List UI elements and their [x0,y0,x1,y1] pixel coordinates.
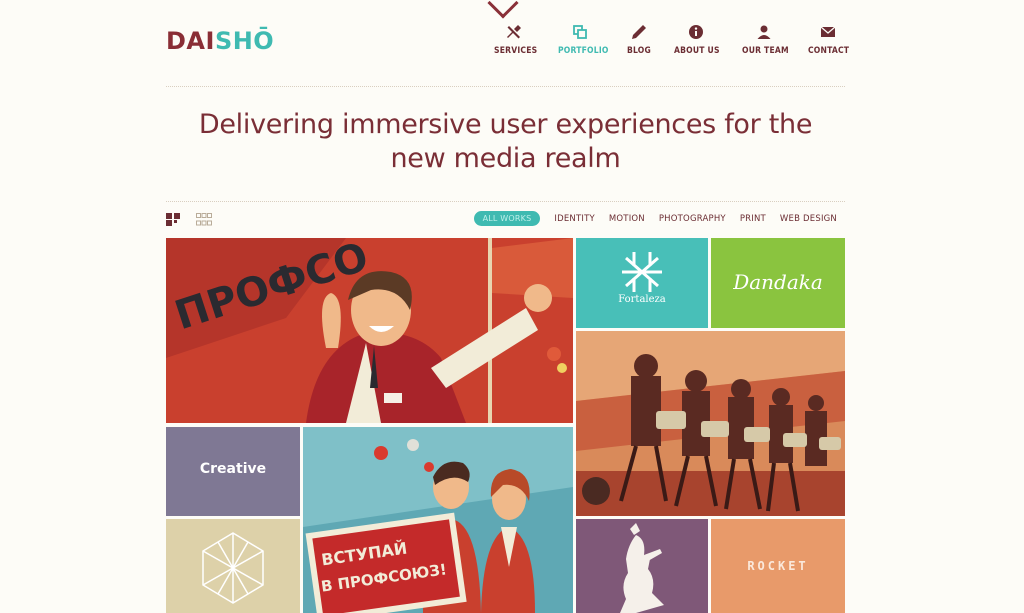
nav-blog[interactable]: BLOG [626,24,652,56]
nav-portfolio-label: PORTFOLIO [558,46,609,56]
portfolio-tile-union-poster[interactable]: ВСТУПАЙ В ПРОФСОЮЗ! [303,427,573,613]
portfolio-tile-dandaka[interactable]: Dandaka [711,238,845,328]
portfolio-tile-statue[interactable] [576,519,708,613]
nav-contact-label: CONTACT [808,46,850,56]
portfolio-tile-creative[interactable]: Creative [166,427,300,516]
nav-blog-label: BLOG [627,46,651,56]
hexagon-pattern-icon [202,532,264,604]
filter-motion[interactable]: MOTION [609,214,645,224]
envelope-icon [820,26,836,37]
logo[interactable]: DAISHŌ [166,27,274,55]
nav-services-label: SERVICES [494,46,538,56]
windows-icon [573,25,587,39]
portfolio-tile-propaganda-man[interactable]: ПРОФСО [166,238,573,423]
divider-top [166,86,845,87]
nav-portfolio[interactable]: PORTFOLIO [558,24,609,56]
info-icon [689,25,703,39]
main-nav: SERVICES PORTFOLIO BLOG ABOUT US OUR TEA… [492,24,850,64]
fortaleza-logo-icon [622,252,662,292]
dandaka-label: Dandaka [733,270,823,294]
filter-identity[interactable]: IDENTITY [554,214,594,224]
tools-icon [507,25,521,39]
statue-silhouette-icon [620,523,664,613]
filter-list: ALL WORKS IDENTITY MOTION PHOTOGRAPHY PR… [473,211,837,226]
hero-line-2: new media realm [390,143,621,174]
portfolio-tile-hex-pattern[interactable] [166,519,300,613]
user-icon [757,25,771,39]
nav-services[interactable]: SERVICES [494,24,538,56]
nav-about-us[interactable]: ABOUT US [674,24,720,56]
divider-bottom [166,201,845,202]
filter-web-design[interactable]: WEB DESIGN [780,214,837,224]
portfolio-tile-fortaleza[interactable]: Fortaleza [576,238,708,328]
nav-our-team[interactable]: OUR TEAM [742,24,789,56]
top-pin-marker [487,0,519,19]
filter-print[interactable]: PRINT [740,214,766,224]
rocket-label: ROCKET [747,559,809,573]
hero-headline: Delivering immersive user experiences fo… [166,108,845,176]
fortaleza-label: Fortaleza [618,294,666,305]
nav-contact[interactable]: CONTACT [808,24,850,56]
hero-line-1: Delivering immersive user experiences fo… [198,109,813,140]
creative-label: Creative [199,461,267,477]
propaganda-man-artwork: ПРОФСО [166,238,573,423]
small-grid-view-icon[interactable] [196,213,212,226]
portfolio-filter-bar: ALL WORKS IDENTITY MOTION PHOTOGRAPHY PR… [166,208,845,232]
portfolio-tile-rocket[interactable]: ROCKET [711,519,845,613]
logo-part-2: SHŌ [214,27,275,55]
pencil-icon [632,25,646,39]
nav-about-us-label: ABOUT US [674,46,720,56]
filter-photography[interactable]: PHOTOGRAPHY [659,214,726,224]
grid-view-icon[interactable] [166,213,180,226]
marching-workers-artwork [576,331,845,516]
logo-part-1: DAI [166,27,215,55]
union-poster-artwork: ВСТУПАЙ В ПРОФСОЮЗ! [303,427,573,613]
nav-our-team-label: OUR TEAM [742,46,789,56]
portfolio-tile-marching-workers[interactable] [576,331,845,516]
filter-all-works[interactable]: ALL WORKS [473,211,541,226]
